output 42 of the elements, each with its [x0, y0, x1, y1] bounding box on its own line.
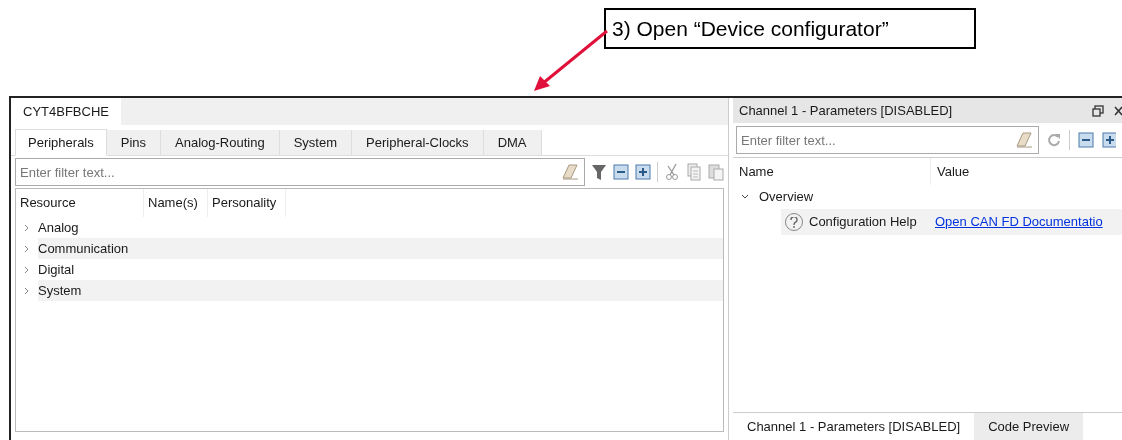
copy-icon[interactable] — [686, 163, 702, 181]
document-tab[interactable]: CYT4BFBCHE — [11, 98, 121, 125]
expand-icon[interactable] — [1102, 132, 1116, 148]
parameter-name: Configuration Help — [809, 213, 918, 232]
tab[interactable]: Peripheral-Clocks — [352, 130, 484, 155]
filter-field[interactable]: Enter filter text... — [15, 158, 585, 186]
column-header[interactable]: Name — [733, 158, 931, 185]
tab[interactable]: Code Preview — [974, 413, 1084, 440]
tab[interactable]: Pins — [106, 130, 162, 155]
chevron-right-icon[interactable] — [23, 265, 31, 274]
eraser-icon[interactable] — [560, 163, 580, 181]
close-icon[interactable] — [1114, 104, 1122, 117]
restore-icon[interactable] — [1092, 104, 1104, 117]
tab[interactable]: Peripherals — [15, 129, 107, 156]
chevron-right-icon[interactable] — [23, 223, 31, 232]
tab[interactable]: System — [279, 130, 353, 155]
tree-item[interactable]: Digital — [38, 259, 723, 280]
chevron-right-icon[interactable] — [23, 244, 31, 253]
collapse-icon[interactable] — [613, 164, 629, 180]
tab[interactable]: DMA — [483, 130, 542, 155]
column-header[interactable]: Resource — [16, 189, 144, 217]
column-header[interactable]: Value — [931, 158, 1122, 185]
column-header[interactable]: Personality — [208, 189, 286, 217]
expand-icon[interactable] — [635, 164, 651, 180]
tree-item[interactable]: System — [38, 280, 723, 301]
tree-item[interactable]: Analog — [38, 217, 723, 238]
collapse-icon[interactable] — [1078, 132, 1094, 148]
filter-icon[interactable] — [591, 163, 607, 181]
paste-icon[interactable] — [708, 163, 724, 181]
eraser-icon[interactable] — [1014, 131, 1034, 149]
tab[interactable]: Analog-Routing — [161, 130, 280, 155]
scissors-icon[interactable] — [664, 163, 680, 181]
tree-item[interactable]: Overview — [759, 187, 814, 207]
callout-box: 3) Open “Device configurator” — [604, 8, 976, 49]
panel-title: Channel 1 - Parameters [DISABLED] — [739, 101, 954, 120]
column-header[interactable]: Name(s) — [144, 189, 208, 217]
refresh-icon[interactable] — [1047, 133, 1061, 147]
chevron-right-icon[interactable] — [23, 286, 31, 295]
chevron-down-icon[interactable] — [741, 193, 749, 201]
filter-field[interactable]: Enter filter text... — [736, 126, 1039, 154]
tree-item[interactable]: Communication — [38, 238, 723, 259]
documentation-link[interactable]: Open CAN FD Documentatio — [935, 212, 1103, 232]
